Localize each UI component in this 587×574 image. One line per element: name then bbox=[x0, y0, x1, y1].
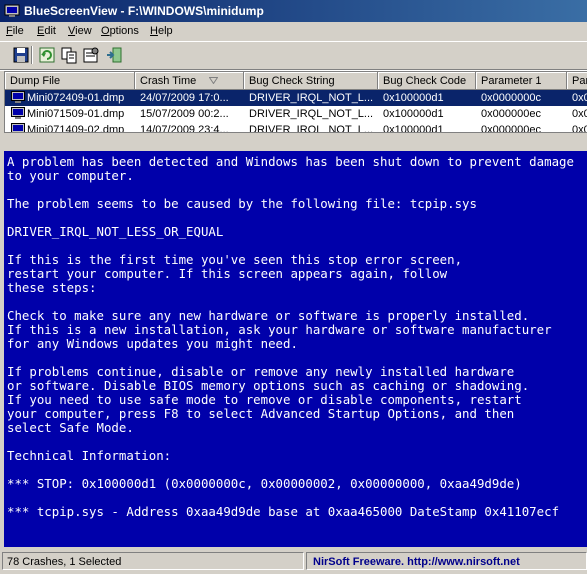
dump-file-icon bbox=[11, 91, 25, 103]
bsod-line: The problem seems to be caused by the fo… bbox=[7, 196, 477, 211]
toolbar-separator bbox=[31, 46, 33, 64]
cell-parameter-2: 0x0 bbox=[572, 124, 587, 133]
column-header-label: Crash Time bbox=[140, 75, 197, 87]
bsod-line: your computer, press F8 to select Advanc… bbox=[7, 406, 515, 421]
column-header-parameter-2[interactable]: Par bbox=[567, 72, 587, 90]
properties-icon[interactable] bbox=[81, 45, 101, 65]
window-title: BlueScreenView - F:\WINDOWS\minidump bbox=[24, 4, 264, 18]
pane-splitter[interactable] bbox=[0, 133, 587, 151]
crash-list[interactable]: Dump File Crash Time Bug Check String Bu… bbox=[4, 71, 587, 133]
bsod-line: for any Windows updates you might need. bbox=[7, 336, 298, 351]
bsod-line: select Safe Mode. bbox=[7, 420, 134, 435]
menu-view[interactable]: View bbox=[68, 25, 92, 37]
cell-bug-check-code: 0x100000d1 bbox=[383, 92, 444, 104]
copy-icon[interactable] bbox=[59, 45, 79, 65]
refresh-icon[interactable] bbox=[37, 45, 57, 65]
cell-dump-file: Mini071509-01.dmp bbox=[27, 108, 125, 120]
bsod-line: *** tcpip.sys - Address 0xaa49d9de base … bbox=[7, 504, 560, 519]
bsod-line: *** STOP: 0x100000d1 (0x0000000c, 0x0000… bbox=[7, 476, 522, 491]
menu-file[interactable]: File bbox=[6, 25, 24, 37]
save-icon[interactable] bbox=[11, 45, 31, 65]
bsod-line: Technical Information: bbox=[7, 448, 172, 463]
cell-parameter-1: 0x0000000c bbox=[481, 92, 541, 104]
cell-parameter-2: 0x0 bbox=[572, 92, 587, 104]
sort-arrow-icon bbox=[209, 77, 218, 84]
menu-label: ile bbox=[12, 25, 24, 37]
bsod-line: restart your computer. If this screen ap… bbox=[7, 266, 448, 281]
cell-dump-file: Mini071409-02.dmp bbox=[27, 124, 125, 133]
cell-bug-check-code: 0x100000d1 bbox=[383, 108, 444, 120]
table-row[interactable]: Mini071409-02.dmp 14/07/2009 23:4... DRI… bbox=[5, 122, 587, 133]
column-header-parameter-1[interactable]: Parameter 1 bbox=[476, 72, 567, 90]
bsod-line: DRIVER_IRQL_NOT_LESS_OR_EQUAL bbox=[7, 224, 224, 239]
menu-edit[interactable]: Edit bbox=[37, 25, 56, 37]
bsod-line: A problem has been detected and Windows … bbox=[7, 154, 574, 169]
bsod-line: If problems continue, disable or remove … bbox=[7, 364, 515, 379]
cell-parameter-1: 0x000000ec bbox=[481, 108, 541, 120]
menu-label: elp bbox=[157, 25, 173, 37]
column-header-crash-time[interactable]: Crash Time bbox=[135, 72, 244, 90]
bsod-line: or software. Disable BIOS memory options… bbox=[7, 378, 530, 393]
bsod-line: Check to make sure any new hardware or s… bbox=[7, 308, 530, 323]
blue-screen-view: A problem has been detected and Windows … bbox=[4, 151, 587, 547]
cell-crash-time: 24/07/2009 17:0... bbox=[140, 92, 229, 104]
toolbar bbox=[0, 42, 587, 70]
menu-accel: O bbox=[101, 25, 110, 37]
column-header-bug-check-string[interactable]: Bug Check String bbox=[244, 72, 378, 90]
dump-file-icon bbox=[11, 107, 25, 119]
menu-options[interactable]: Options bbox=[101, 25, 139, 37]
status-bar: 78 Crashes, 1 Selected NirSoft Freeware.… bbox=[0, 550, 587, 574]
menu-label: dit bbox=[44, 25, 56, 37]
menu-label: iew bbox=[75, 25, 92, 37]
title-bar[interactable]: BlueScreenView - F:\WINDOWS\minidump bbox=[0, 0, 587, 22]
nirsoft-url[interactable]: http://www.nirsoft.net bbox=[407, 556, 520, 568]
menu-bar: File Edit View Options Help bbox=[0, 22, 587, 42]
bsod-line: If this is the first time you've seen th… bbox=[7, 252, 463, 267]
app-icon bbox=[4, 4, 20, 17]
cell-bug-check-code: 0x100000d1 bbox=[383, 124, 444, 133]
bsod-line: these steps: bbox=[7, 280, 97, 295]
cell-bug-check-string: DRIVER_IRQL_NOT_L... bbox=[249, 124, 374, 133]
cell-dump-file: Mini072409-01.dmp bbox=[27, 92, 125, 104]
column-header-bug-check-code[interactable]: Bug Check Code bbox=[378, 72, 476, 90]
bsod-line: If this is a new installation, ask your … bbox=[7, 322, 552, 337]
bsod-line: to your computer. bbox=[7, 168, 134, 183]
cell-bug-check-string: DRIVER_IRQL_NOT_L... bbox=[249, 92, 374, 104]
bsod-line: If you need to use safe mode to remove o… bbox=[7, 392, 522, 407]
menu-label: ptions bbox=[109, 25, 139, 37]
cell-parameter-2: 0x0 bbox=[572, 108, 587, 120]
column-header-dump-file[interactable]: Dump File bbox=[5, 72, 135, 90]
cell-parameter-1: 0x000000ec bbox=[481, 124, 541, 133]
menu-accel: F bbox=[6, 25, 13, 37]
menu-accel: H bbox=[150, 25, 158, 37]
menu-help[interactable]: Help bbox=[150, 25, 173, 37]
cell-crash-time: 14/07/2009 23:4... bbox=[140, 124, 229, 133]
dump-file-icon bbox=[11, 123, 25, 132]
status-nirsoft-link[interactable]: NirSoft Freeware. http://www.nirsoft.net bbox=[306, 552, 587, 570]
cell-crash-time: 15/07/2009 00:2... bbox=[140, 108, 229, 120]
table-row[interactable]: Mini071509-01.dmp 15/07/2009 00:2... DRI… bbox=[5, 106, 587, 122]
exit-icon[interactable] bbox=[104, 45, 124, 65]
nirsoft-brand: NirSoft Freeware. bbox=[313, 556, 405, 568]
table-row[interactable]: Mini072409-01.dmp 24/07/2009 17:0... DRI… bbox=[5, 90, 587, 106]
cell-bug-check-string: DRIVER_IRQL_NOT_L... bbox=[249, 108, 374, 120]
status-crash-count: 78 Crashes, 1 Selected bbox=[2, 552, 304, 570]
